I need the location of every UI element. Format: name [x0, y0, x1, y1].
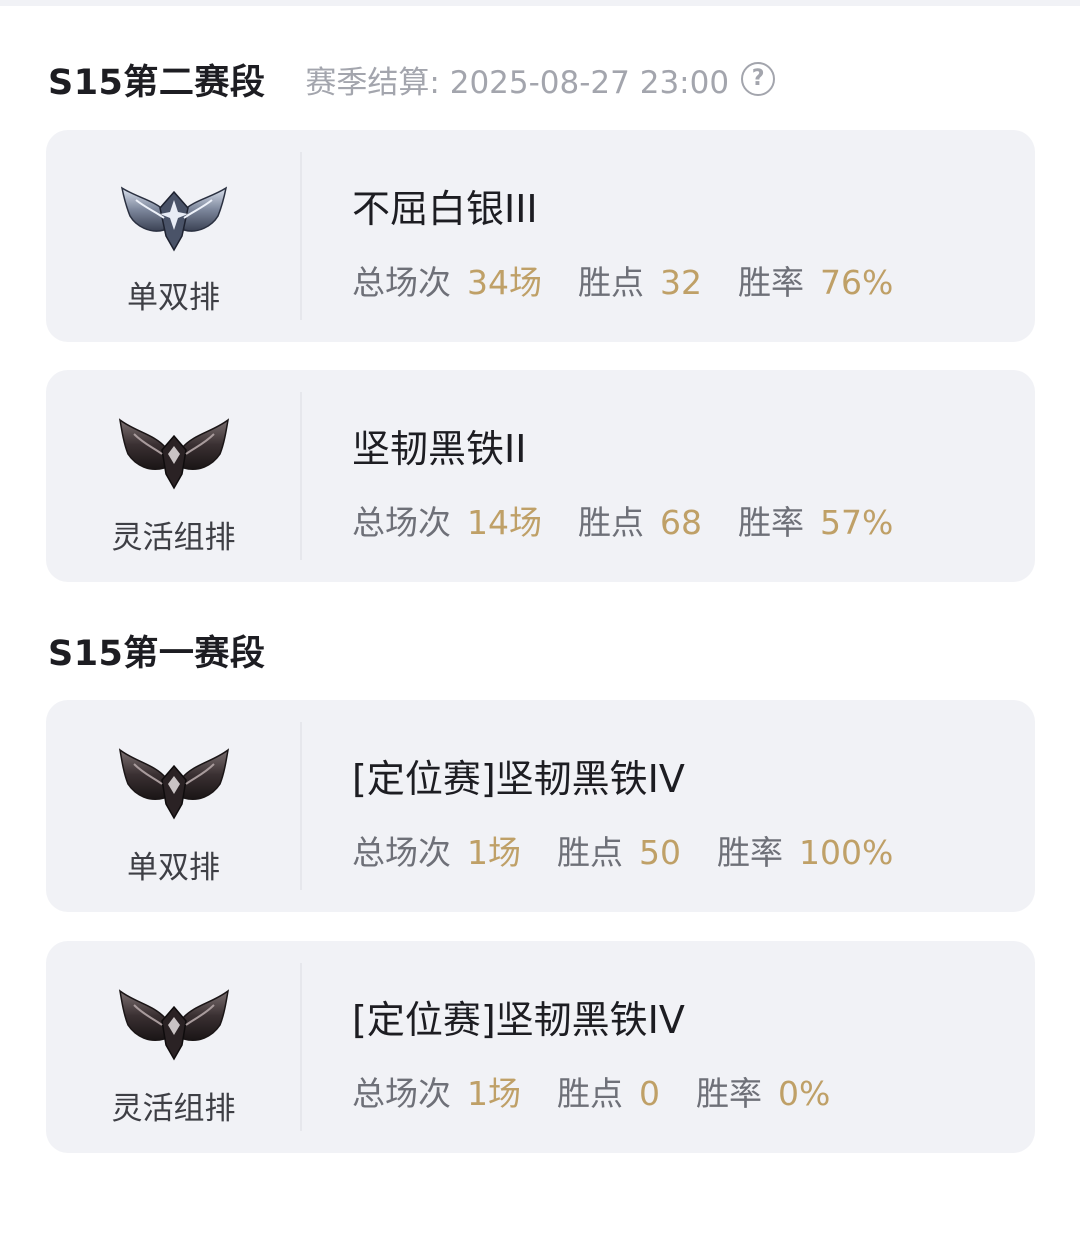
rank-card-flex[interactable]: 灵活组排 [定位赛]坚韧黑铁IV 总场次 1场 胜点 0 胜率 0% — [46, 941, 1035, 1153]
rank-name: [定位赛]坚韧黑铁IV — [352, 757, 685, 801]
rank-card-flex[interactable]: 灵活组排 坚韧黑铁II 总场次 14场 胜点 68 胜率 57% — [46, 370, 1035, 582]
games-value: 34场 — [467, 263, 542, 302]
section-header-s15-split2: S15第二赛段 赛季结算: 2025-08-27 23:00 ? — [48, 54, 776, 104]
rank-card-solo-duo[interactable]: 单双排 不屈白银III 总场次 34场 胜点 32 胜率 76% — [46, 130, 1035, 342]
rank-badge-column: 灵活组排 — [46, 941, 301, 1153]
settlement-text: 赛季结算: 2025-08-27 23:00 — [305, 64, 730, 101]
rank-badge-column: 单双排 — [46, 130, 301, 342]
rank-badge-column: 灵活组排 — [46, 370, 301, 582]
top-strip — [0, 0, 1080, 6]
games-value: 1场 — [467, 833, 521, 872]
lp-value: 50 — [639, 833, 681, 872]
queue-label: 灵活组排 — [111, 1091, 236, 1127]
lp-value: 32 — [660, 263, 702, 302]
rank-stats: 总场次 1场 胜点 0 胜率 0% — [352, 1067, 830, 1115]
rank-card-solo-duo[interactable]: 单双排 [定位赛]坚韧黑铁IV 总场次 1场 胜点 50 胜率 100% — [46, 700, 1035, 912]
games-value: 14场 — [467, 503, 542, 542]
lp-value: 0 — [639, 1074, 660, 1113]
winrate-value: 76% — [820, 263, 894, 302]
iron-emblem-icon — [116, 414, 232, 492]
games-value: 1场 — [467, 1074, 521, 1113]
lp-label: 胜点 — [557, 1074, 623, 1113]
winrate-value: 0% — [778, 1074, 831, 1113]
games-label: 总场次 — [352, 1074, 451, 1113]
question-circle-icon[interactable]: ? — [741, 62, 776, 96]
iron-emblem-icon — [116, 744, 232, 822]
winrate-label: 胜率 — [738, 503, 804, 542]
silver-emblem-icon — [116, 174, 232, 252]
lp-label: 胜点 — [557, 833, 623, 872]
games-label: 总场次 — [352, 833, 451, 872]
games-label: 总场次 — [352, 263, 451, 302]
divider — [300, 963, 302, 1131]
section-title: S15第二赛段 — [48, 62, 266, 103]
lp-label: 胜点 — [578, 263, 644, 302]
winrate-label: 胜率 — [717, 833, 783, 872]
winrate-label: 胜率 — [696, 1074, 762, 1113]
settlement-info: 赛季结算: 2025-08-27 23:00 ? — [305, 57, 776, 102]
queue-label: 灵活组排 — [111, 520, 236, 556]
rank-stats: 总场次 34场 胜点 32 胜率 76% — [352, 256, 893, 304]
queue-label: 单双排 — [127, 280, 220, 316]
divider — [300, 722, 302, 890]
section-title: S15第一赛段 — [48, 633, 266, 674]
rank-stats: 总场次 14场 胜点 68 胜率 57% — [352, 496, 893, 544]
games-label: 总场次 — [352, 503, 451, 542]
iron-emblem-icon — [116, 985, 232, 1063]
lp-label: 胜点 — [578, 503, 644, 542]
rank-name: 不屈白银III — [352, 187, 538, 231]
section-header-s15-split1: S15第一赛段 — [48, 625, 265, 675]
queue-label: 单双排 — [127, 850, 220, 886]
winrate-value: 100% — [799, 833, 894, 872]
divider — [300, 152, 302, 320]
winrate-value: 57% — [820, 503, 894, 542]
rank-name: [定位赛]坚韧黑铁IV — [352, 998, 685, 1042]
rank-name: 坚韧黑铁II — [352, 427, 527, 471]
winrate-label: 胜率 — [738, 263, 804, 302]
rank-badge-column: 单双排 — [46, 700, 301, 912]
divider — [300, 392, 302, 560]
lp-value: 68 — [660, 503, 702, 542]
rank-stats: 总场次 1场 胜点 50 胜率 100% — [352, 826, 893, 874]
